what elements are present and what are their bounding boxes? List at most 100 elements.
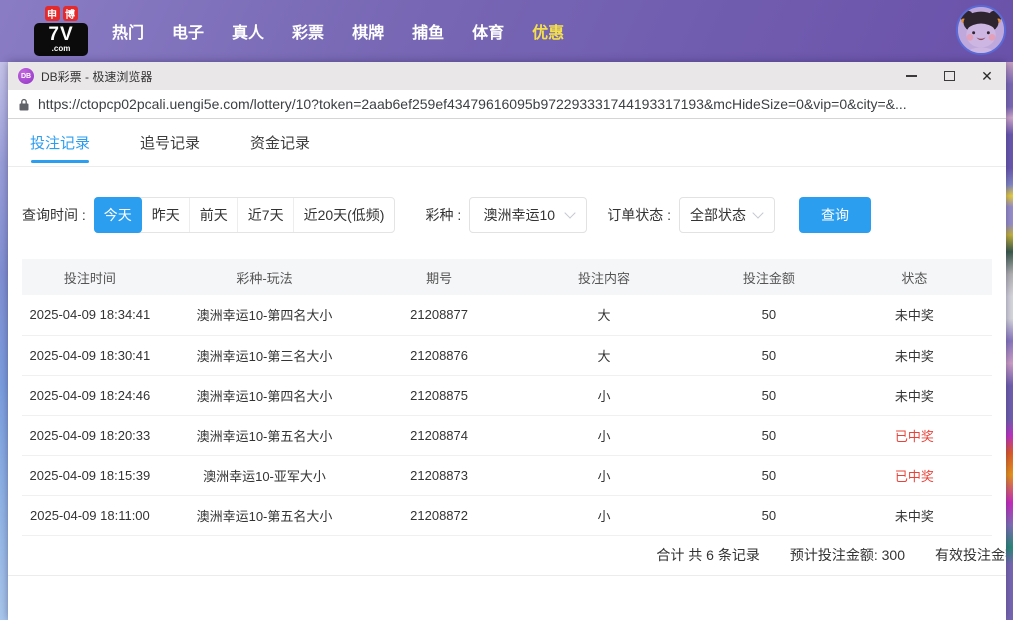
- valid-amount-text: 有效投注金额: [935, 545, 1006, 565]
- address-bar[interactable]: https://ctopcp02pcali.uengi5e.com/lotter…: [8, 90, 1006, 119]
- table-cell: 50: [701, 295, 837, 335]
- table-cell: 澳洲幸运10-第三名大小: [158, 335, 371, 375]
- nav-item[interactable]: 电子: [172, 19, 204, 43]
- table-row: 2025-04-09 18:24:46澳洲幸运10-第四名大小21208875小…: [22, 375, 992, 415]
- browser-window: DB DB彩票 - 极速浏览器 ✕ https://ctopcp02pcali.…: [8, 62, 1006, 620]
- table-cell: 澳洲幸运10-第四名大小: [158, 375, 371, 415]
- window-title: DB彩票 - 极速浏览器: [41, 68, 892, 85]
- table-row: 2025-04-09 18:34:41澳洲幸运10-第四名大小21208877大…: [22, 295, 992, 335]
- table-cell: 未中奖: [837, 335, 992, 375]
- table-cell: 未中奖: [837, 375, 992, 415]
- table-cell: 澳洲幸运10-亚军大小: [158, 455, 371, 495]
- background-page-left-edge: [0, 62, 8, 620]
- table-row: 2025-04-09 18:11:00澳洲幸运10-第五名大小21208872小…: [22, 495, 992, 535]
- close-icon: ✕: [981, 69, 993, 83]
- page-content: 投注记录 追号记录 资金记录 查询时间 : 今天昨天前天近7天近20天(低频) 彩种…: [8, 119, 1006, 620]
- estimated-amount-text: 预计投注金额: 300: [790, 545, 905, 565]
- table-cell: 50: [701, 495, 837, 535]
- order-status-select[interactable]: 全部状态: [679, 197, 775, 233]
- url-text[interactable]: https://ctopcp02pcali.uengi5e.com/lotter…: [38, 96, 996, 112]
- table-header-row: 投注时间彩种-玩法期号投注内容投注金额状态: [22, 259, 992, 295]
- table-cell: 50: [701, 335, 837, 375]
- lottery-select[interactable]: 澳洲幸运10: [469, 197, 587, 233]
- total-records-text: 合计 共 6 条记录: [656, 545, 759, 565]
- minimize-button[interactable]: [892, 62, 930, 90]
- avatar-illustration: [958, 7, 1004, 53]
- window-title-bar: DB DB彩票 - 极速浏览器 ✕: [8, 62, 1006, 90]
- status-cell: 已中奖: [837, 455, 992, 495]
- table-cell: 小: [507, 375, 701, 415]
- background-page-right-edge: [1006, 62, 1013, 620]
- time-option[interactable]: 近7天: [238, 198, 294, 232]
- user-avatar[interactable]: [956, 5, 1006, 55]
- chevron-down-icon: [752, 207, 763, 218]
- table-row: 2025-04-09 18:15:39澳洲幸运10-亚军大小21208873小5…: [22, 455, 992, 495]
- table-cell: 2025-04-09 18:24:46: [22, 375, 158, 415]
- table-cell: 2025-04-09 18:20:33: [22, 415, 158, 455]
- column-header: 状态: [837, 259, 992, 295]
- table-cell: 小: [507, 415, 701, 455]
- table-cell: 21208873: [371, 455, 507, 495]
- logo-body: 7V .com: [34, 23, 88, 56]
- nav-item[interactable]: 彩票: [292, 19, 324, 43]
- nav-item[interactable]: 捕鱼: [412, 19, 444, 43]
- table-cell: 大: [507, 295, 701, 335]
- bet-records-table: 投注时间彩种-玩法期号投注内容投注金额状态 2025-04-09 18:34:4…: [22, 259, 992, 536]
- lottery-select-value: 澳洲幸运10: [470, 205, 558, 225]
- table-row: 2025-04-09 18:30:41澳洲幸运10-第三名大小21208876大…: [22, 335, 992, 375]
- filter-bar: 查询时间 : 今天昨天前天近7天近20天(低频) 彩种 : 澳洲幸运10 订单状…: [8, 197, 1006, 233]
- tab[interactable]: 追号记录: [140, 119, 200, 166]
- table-row: 2025-04-09 18:20:33澳洲幸运10-第五名大小21208874小…: [22, 415, 992, 455]
- close-button[interactable]: ✕: [968, 62, 1006, 90]
- nav-item[interactable]: 体育: [472, 19, 504, 43]
- logo-badges: 申 博: [34, 6, 88, 21]
- table-cell: 2025-04-09 18:34:41: [22, 295, 158, 335]
- table-cell: 50: [701, 375, 837, 415]
- logo-badge-bo: 博: [63, 6, 78, 21]
- time-option[interactable]: 今天: [94, 197, 142, 233]
- table-cell: 21208874: [371, 415, 507, 455]
- site-nav: 热门 电子 真人 彩票 棋牌 捕鱼 体育 优惠: [112, 19, 564, 43]
- table-cell: 50: [701, 415, 837, 455]
- table-cell: 2025-04-09 18:11:00: [22, 495, 158, 535]
- table-cell: 21208877: [371, 295, 507, 335]
- lock-icon: [18, 98, 30, 111]
- minimize-icon: [906, 75, 917, 77]
- nav-item[interactable]: 优惠: [532, 19, 564, 43]
- table-cell: 未中奖: [837, 495, 992, 535]
- tab[interactable]: 投注记录: [30, 119, 90, 166]
- column-header: 投注时间: [22, 259, 158, 295]
- record-tabs: 投注记录 追号记录 资金记录: [8, 119, 1006, 167]
- time-option[interactable]: 昨天: [142, 198, 190, 232]
- query-button[interactable]: 查询: [799, 197, 871, 233]
- table-cell: 大: [507, 335, 701, 375]
- tab[interactable]: 资金记录: [250, 119, 310, 166]
- column-header: 投注金额: [701, 259, 837, 295]
- table-cell: 50: [701, 455, 837, 495]
- site-top-bar: 申 博 7V .com 热门 电子 真人 彩票 棋牌 捕鱼 体育 优惠: [0, 0, 1013, 62]
- time-option[interactable]: 前天: [190, 198, 238, 232]
- logo-badge-shen: 申: [45, 6, 60, 21]
- nav-item[interactable]: 真人: [232, 19, 264, 43]
- table-cell: 2025-04-09 18:15:39: [22, 455, 158, 495]
- table-cell: 澳洲幸运10-第五名大小: [158, 415, 371, 455]
- nav-item[interactable]: 热门: [112, 19, 144, 43]
- order-status-label: 订单状态 :: [607, 205, 671, 225]
- logo-brand-text: 7V: [37, 25, 85, 44]
- order-status-value: 全部状态: [680, 205, 746, 225]
- table-cell: 21208876: [371, 335, 507, 375]
- logo-domain-text: .com: [37, 45, 85, 53]
- status-cell: 已中奖: [837, 415, 992, 455]
- chevron-down-icon: [565, 207, 576, 218]
- table-cell: 未中奖: [837, 295, 992, 335]
- column-header: 投注内容: [507, 259, 701, 295]
- site-logo[interactable]: 申 博 7V .com: [34, 6, 88, 56]
- table-cell: 澳洲幸运10-第五名大小: [158, 495, 371, 535]
- nav-item[interactable]: 棋牌: [352, 19, 384, 43]
- column-header: 彩种-玩法: [158, 259, 371, 295]
- time-filter-group: 今天昨天前天近7天近20天(低频): [94, 197, 396, 233]
- maximize-icon: [944, 71, 955, 81]
- table-cell: 小: [507, 455, 701, 495]
- time-option[interactable]: 近20天(低频): [294, 198, 395, 232]
- maximize-button[interactable]: [930, 62, 968, 90]
